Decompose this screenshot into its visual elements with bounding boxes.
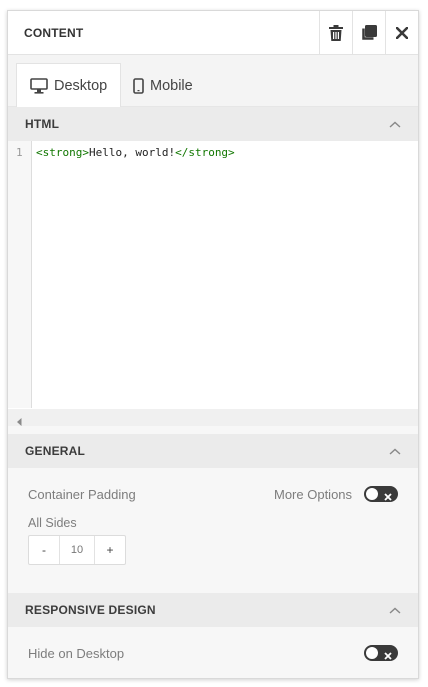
decrement-button[interactable]: -: [29, 536, 59, 564]
chevron-up-icon: [389, 448, 401, 455]
toggle-knob: [366, 488, 378, 500]
header-actions: [319, 11, 418, 54]
close-button[interactable]: [385, 11, 418, 54]
more-options-label: More Options: [274, 487, 353, 502]
chevron-up-icon: [389, 607, 401, 614]
padding-stepper: - 10 +: [28, 535, 126, 565]
duplicate-icon: [361, 24, 377, 41]
code-open-tag: <strong>: [36, 146, 89, 159]
toggle-knob: [366, 647, 378, 659]
duplicate-button[interactable]: [352, 11, 385, 54]
tab-desktop[interactable]: Desktop: [16, 63, 121, 108]
html-section-title: HTML: [25, 117, 60, 131]
container-padding-label: Container Padding: [28, 487, 136, 502]
trash-icon: [329, 24, 343, 41]
increment-button[interactable]: +: [95, 536, 125, 564]
responsive-section-header[interactable]: RESPONSIVE DESIGN: [8, 593, 418, 627]
chevron-up-icon: [389, 121, 401, 128]
panel-title: CONTENT: [24, 26, 84, 40]
toggle-off-icon: [384, 648, 392, 666]
horizontal-scrollbar[interactable]: [8, 409, 418, 426]
close-icon: [396, 26, 408, 39]
general-section-title: GENERAL: [25, 444, 86, 458]
line-gutter: 1: [8, 141, 32, 408]
content-panel: CONTENT Desktop Mobile HTML 1 <strong>He…: [7, 10, 419, 679]
tab-mobile-label: Mobile: [150, 77, 193, 94]
code-text: Hello, world!: [88, 146, 176, 159]
panel-header: CONTENT: [8, 11, 418, 55]
code-close-tag: </strong>: [175, 146, 235, 159]
tab-desktop-label: Desktop: [54, 78, 108, 94]
code-editor[interactable]: 1 <strong>Hello, world!</strong>: [8, 141, 418, 426]
html-section-header[interactable]: HTML: [8, 107, 418, 141]
hide-on-desktop-label: Hide on Desktop: [28, 646, 125, 661]
responsive-section-body: Hide on Desktop: [8, 627, 418, 678]
device-tabs: Desktop Mobile: [8, 55, 418, 108]
monitor-icon: [30, 78, 48, 94]
general-section-body: Container Padding More Options All Sides…: [8, 468, 418, 593]
code-line[interactable]: <strong>Hello, world!</strong>: [36, 146, 235, 159]
all-sides-label: All Sides: [28, 516, 77, 530]
responsive-section-title: RESPONSIVE DESIGN: [25, 603, 156, 617]
line-number: 1: [16, 146, 23, 159]
mobile-icon: [133, 77, 144, 94]
delete-button[interactable]: [319, 11, 352, 54]
padding-value[interactable]: 10: [59, 536, 95, 564]
toggle-off-icon: [384, 489, 392, 507]
scroll-left-icon[interactable]: [17, 413, 22, 431]
more-options-toggle[interactable]: [364, 486, 398, 502]
hide-on-desktop-toggle[interactable]: [364, 645, 398, 661]
tab-mobile[interactable]: Mobile: [133, 63, 193, 108]
general-section-header[interactable]: GENERAL: [8, 434, 418, 468]
